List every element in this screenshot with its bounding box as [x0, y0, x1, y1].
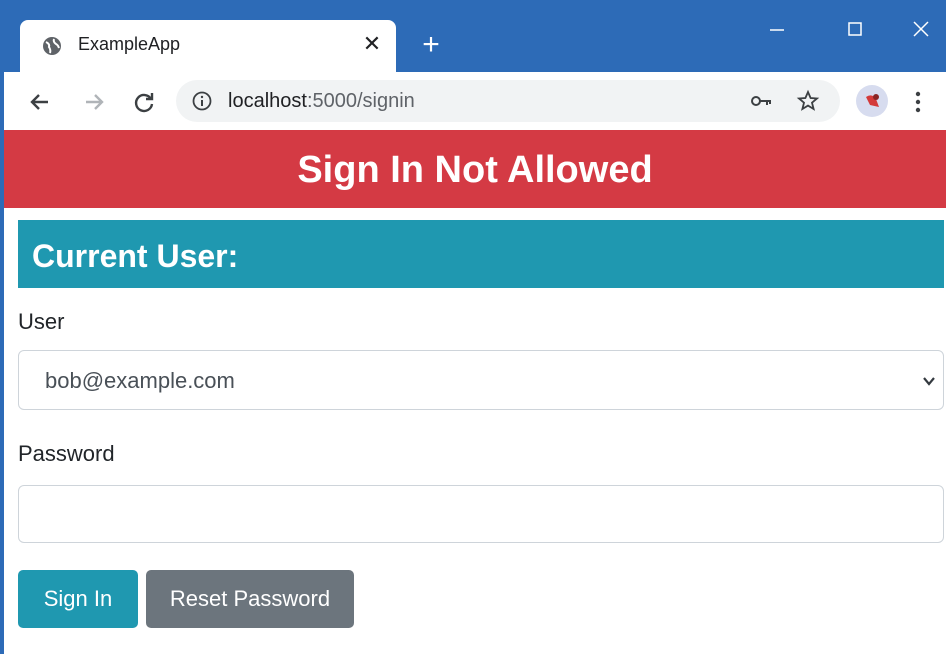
- sign-in-not-allowed-banner: Sign In Not Allowed: [4, 130, 946, 208]
- browser-toolbar: localhost:5000/signin: [4, 72, 946, 130]
- current-user-heading: Current User:: [18, 220, 944, 288]
- maximize-icon[interactable]: [840, 14, 870, 44]
- password-input[interactable]: [18, 485, 944, 543]
- back-arrow-icon[interactable]: [26, 88, 54, 116]
- browser-tab[interactable]: ExampleApp ✕: [20, 20, 396, 72]
- title-bar: ExampleApp ✕ +: [4, 0, 946, 72]
- minimize-icon[interactable]: [762, 14, 792, 44]
- profile-avatar-icon[interactable]: [856, 85, 888, 117]
- reset-password-button[interactable]: Reset Password: [146, 570, 354, 628]
- browser-window: ExampleApp ✕ + localhost:5000/signin Sig…: [0, 0, 946, 654]
- key-icon[interactable]: [750, 91, 774, 111]
- window-close-icon[interactable]: [906, 14, 936, 44]
- user-label: User: [18, 309, 65, 334]
- tab-title: ExampleApp: [78, 34, 181, 54]
- reload-icon[interactable]: [130, 88, 158, 116]
- user-select-value: bob@example.com: [45, 368, 235, 393]
- globe-icon: [43, 37, 61, 55]
- chevron-down-icon: [923, 377, 935, 386]
- star-icon[interactable]: [796, 89, 820, 113]
- user-select[interactable]: bob@example.com: [18, 350, 944, 410]
- url-path: :5000/signin: [306, 90, 415, 112]
- password-label: Password: [18, 441, 115, 466]
- sign-in-button[interactable]: Sign In: [18, 570, 138, 628]
- new-tab-button[interactable]: +: [416, 30, 446, 60]
- forward-arrow-icon[interactable]: [80, 88, 108, 116]
- tab-close-icon[interactable]: ✕: [360, 32, 384, 56]
- more-menu-icon[interactable]: [910, 88, 926, 116]
- address-bar[interactable]: localhost:5000/signin: [176, 80, 840, 122]
- url-host: localhost: [228, 90, 307, 112]
- url-text: localhost:5000/signin: [228, 90, 415, 113]
- info-icon[interactable]: [192, 91, 212, 111]
